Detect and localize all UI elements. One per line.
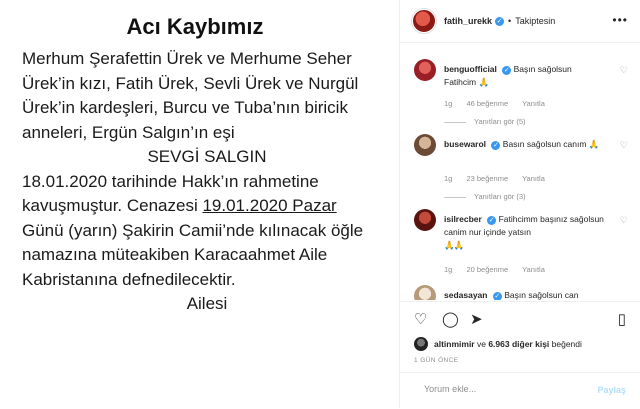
more-options-icon[interactable]: •••: [612, 13, 628, 27]
comment-text: busewarol ✓ Basın sağolsun canım 🙏: [444, 138, 604, 151]
comment-text: sedasayan ✓ Başın sağolsun can: [444, 289, 604, 300]
separator-dot: •: [508, 16, 512, 26]
pray-emoji-icon: 🙏: [478, 77, 490, 87]
verified-badge-icon: ✓: [491, 141, 501, 150]
comment-body: Başın sağolsun can: [504, 290, 579, 300]
verified-badge-icon: ✓: [495, 16, 505, 26]
comment-username[interactable]: isilrecber: [444, 214, 482, 224]
obituary-line-part: kavuşmuştur. Cenazesi: [22, 196, 203, 215]
likes-connector: ve: [474, 339, 489, 349]
comment-avatar[interactable]: [414, 59, 436, 81]
comment-time: 1g: [444, 265, 453, 274]
likes-suffix: beğendi: [549, 339, 582, 349]
obituary-text: Merhum Şerafettin Ürek ve Merhume Seher …: [22, 47, 392, 317]
view-replies-button[interactable]: Yanıtları gör (5): [444, 117, 526, 126]
comments-list[interactable]: benguofficial ✓ Başın sağolsun Fatihcim …: [400, 43, 640, 300]
avatar[interactable]: [414, 337, 428, 351]
username-link[interactable]: fatih_urekk: [444, 16, 492, 26]
comment-likes-link[interactable]: 46 beğenme: [466, 99, 508, 108]
comment-time: 1g: [444, 174, 453, 183]
post-timestamp[interactable]: 1 GÜN ÖNCE: [414, 357, 458, 364]
view-replies-label: Yanıtları gör (3): [474, 192, 526, 201]
bookmark-icon[interactable]: ▯: [618, 312, 626, 328]
avatar[interactable]: [412, 9, 436, 33]
view-replies-button[interactable]: Yanıtları gör (3): [444, 192, 526, 201]
comment-reply-button[interactable]: Yanıtla: [522, 99, 545, 108]
comment-reply-button[interactable]: Yanıtla: [522, 265, 545, 274]
comment-likes-link[interactable]: 23 beğenme: [466, 174, 508, 183]
post-sidebar: fatih_urekk ✓ • Takiptesin ••• benguoffi…: [400, 0, 640, 408]
post-actions: ♡ ◯ ➤ ▯: [400, 301, 640, 338]
replies-line: [444, 121, 466, 123]
comment-icon[interactable]: ◯: [442, 312, 459, 328]
verified-badge-icon: ✓: [502, 66, 512, 75]
obituary-line: 18.01.2020 tarihinde Hakk’ın rahmetine: [22, 171, 319, 191]
comment-text: isilrecber ✓ Fatihcimm başınız sağolsun …: [444, 213, 604, 252]
comment-text: benguofficial ✓ Başın sağolsun Fatihcim …: [444, 63, 604, 89]
obituary-line: namazına müteakiben Karacaahmet Aile: [22, 245, 328, 264]
verified-badge-icon: ✓: [487, 216, 497, 225]
comment-input[interactable]: [422, 383, 576, 395]
comment-meta: 1g 20 beğenme Yanıtla: [444, 265, 557, 274]
verified-badge-icon: ✓: [492, 292, 502, 300]
comment-time: 1g: [444, 99, 453, 108]
comment-likes-link[interactable]: 20 beğenme: [466, 265, 508, 274]
comment-meta: 1g 46 beğenme Yanıtla: [444, 99, 557, 108]
comment-like-icon[interactable]: ♡: [620, 140, 628, 151]
comment-avatar[interactable]: [414, 209, 436, 231]
obituary-line: anneleri, Ergün Salgın’ın eşi: [22, 122, 235, 142]
add-comment-bar: Paylaş: [400, 372, 640, 409]
obituary-signature: Ailesi: [186, 294, 228, 313]
obituary-line: Ürek’in kardeşleri, Burcu ve Tuba’nın bi…: [22, 98, 348, 117]
obituary-line: Ürek’in kızı, Fatih Ürek, Sevli Ürek ve …: [22, 73, 359, 93]
comment-avatar[interactable]: [414, 285, 436, 300]
heart-icon[interactable]: ♡: [414, 312, 427, 328]
post-comment-button[interactable]: Paylaş: [597, 385, 626, 395]
obituary-line: Günü (yarın) Şakirin Camii’nde kılınacak…: [22, 220, 364, 240]
comment-like-icon[interactable]: ♡: [620, 215, 628, 226]
pray-emoji-icon: 🙏: [588, 139, 600, 149]
pray-emoji-icon: 🙏🙏: [444, 240, 464, 250]
obituary-title: Acı Kaybımız: [126, 14, 264, 39]
comment-avatar[interactable]: [414, 134, 436, 156]
comment-reply-button[interactable]: Yanıtla: [522, 174, 545, 183]
obituary-deceased-name: SEVGİ SALGIN: [147, 147, 267, 166]
comment-body: Basın sağolsun canım: [502, 139, 587, 149]
comment-username[interactable]: sedasayan: [444, 290, 487, 300]
likes-count-link[interactable]: 6.963 diğer kişi: [488, 339, 549, 349]
obituary-line: Merhum Şerafettin Ürek ve Merhume Seher: [22, 49, 352, 68]
obituary-line: kavuşmuştur. Cenazesi 19.01.2020 Pazar: [22, 194, 392, 219]
share-icon[interactable]: ➤: [470, 312, 483, 328]
likes-summary: altinmimir ve 6.963 diğer kişi beğendi: [414, 337, 582, 351]
obituary-line: Kabristanına defnedilecektir.: [22, 269, 236, 289]
comment-username[interactable]: benguofficial: [444, 64, 497, 74]
post-header: fatih_urekk ✓ • Takiptesin •••: [400, 0, 640, 43]
follow-status-button[interactable]: Takiptesin: [515, 16, 555, 26]
comment-meta: 1g 23 beğenme Yanıtla: [444, 174, 557, 183]
comment-like-icon[interactable]: ♡: [620, 65, 628, 76]
replies-line: [444, 196, 466, 198]
post-image: Acı Kaybımız Merhum Şerafettin Ürek ve M…: [0, 0, 400, 408]
obituary-date: 19.01.2020 Pazar: [202, 196, 337, 215]
view-replies-label: Yanıtları gör (5): [474, 117, 526, 126]
comment-username[interactable]: busewarol: [444, 139, 486, 149]
liker-username[interactable]: altinmimir: [434, 339, 475, 349]
